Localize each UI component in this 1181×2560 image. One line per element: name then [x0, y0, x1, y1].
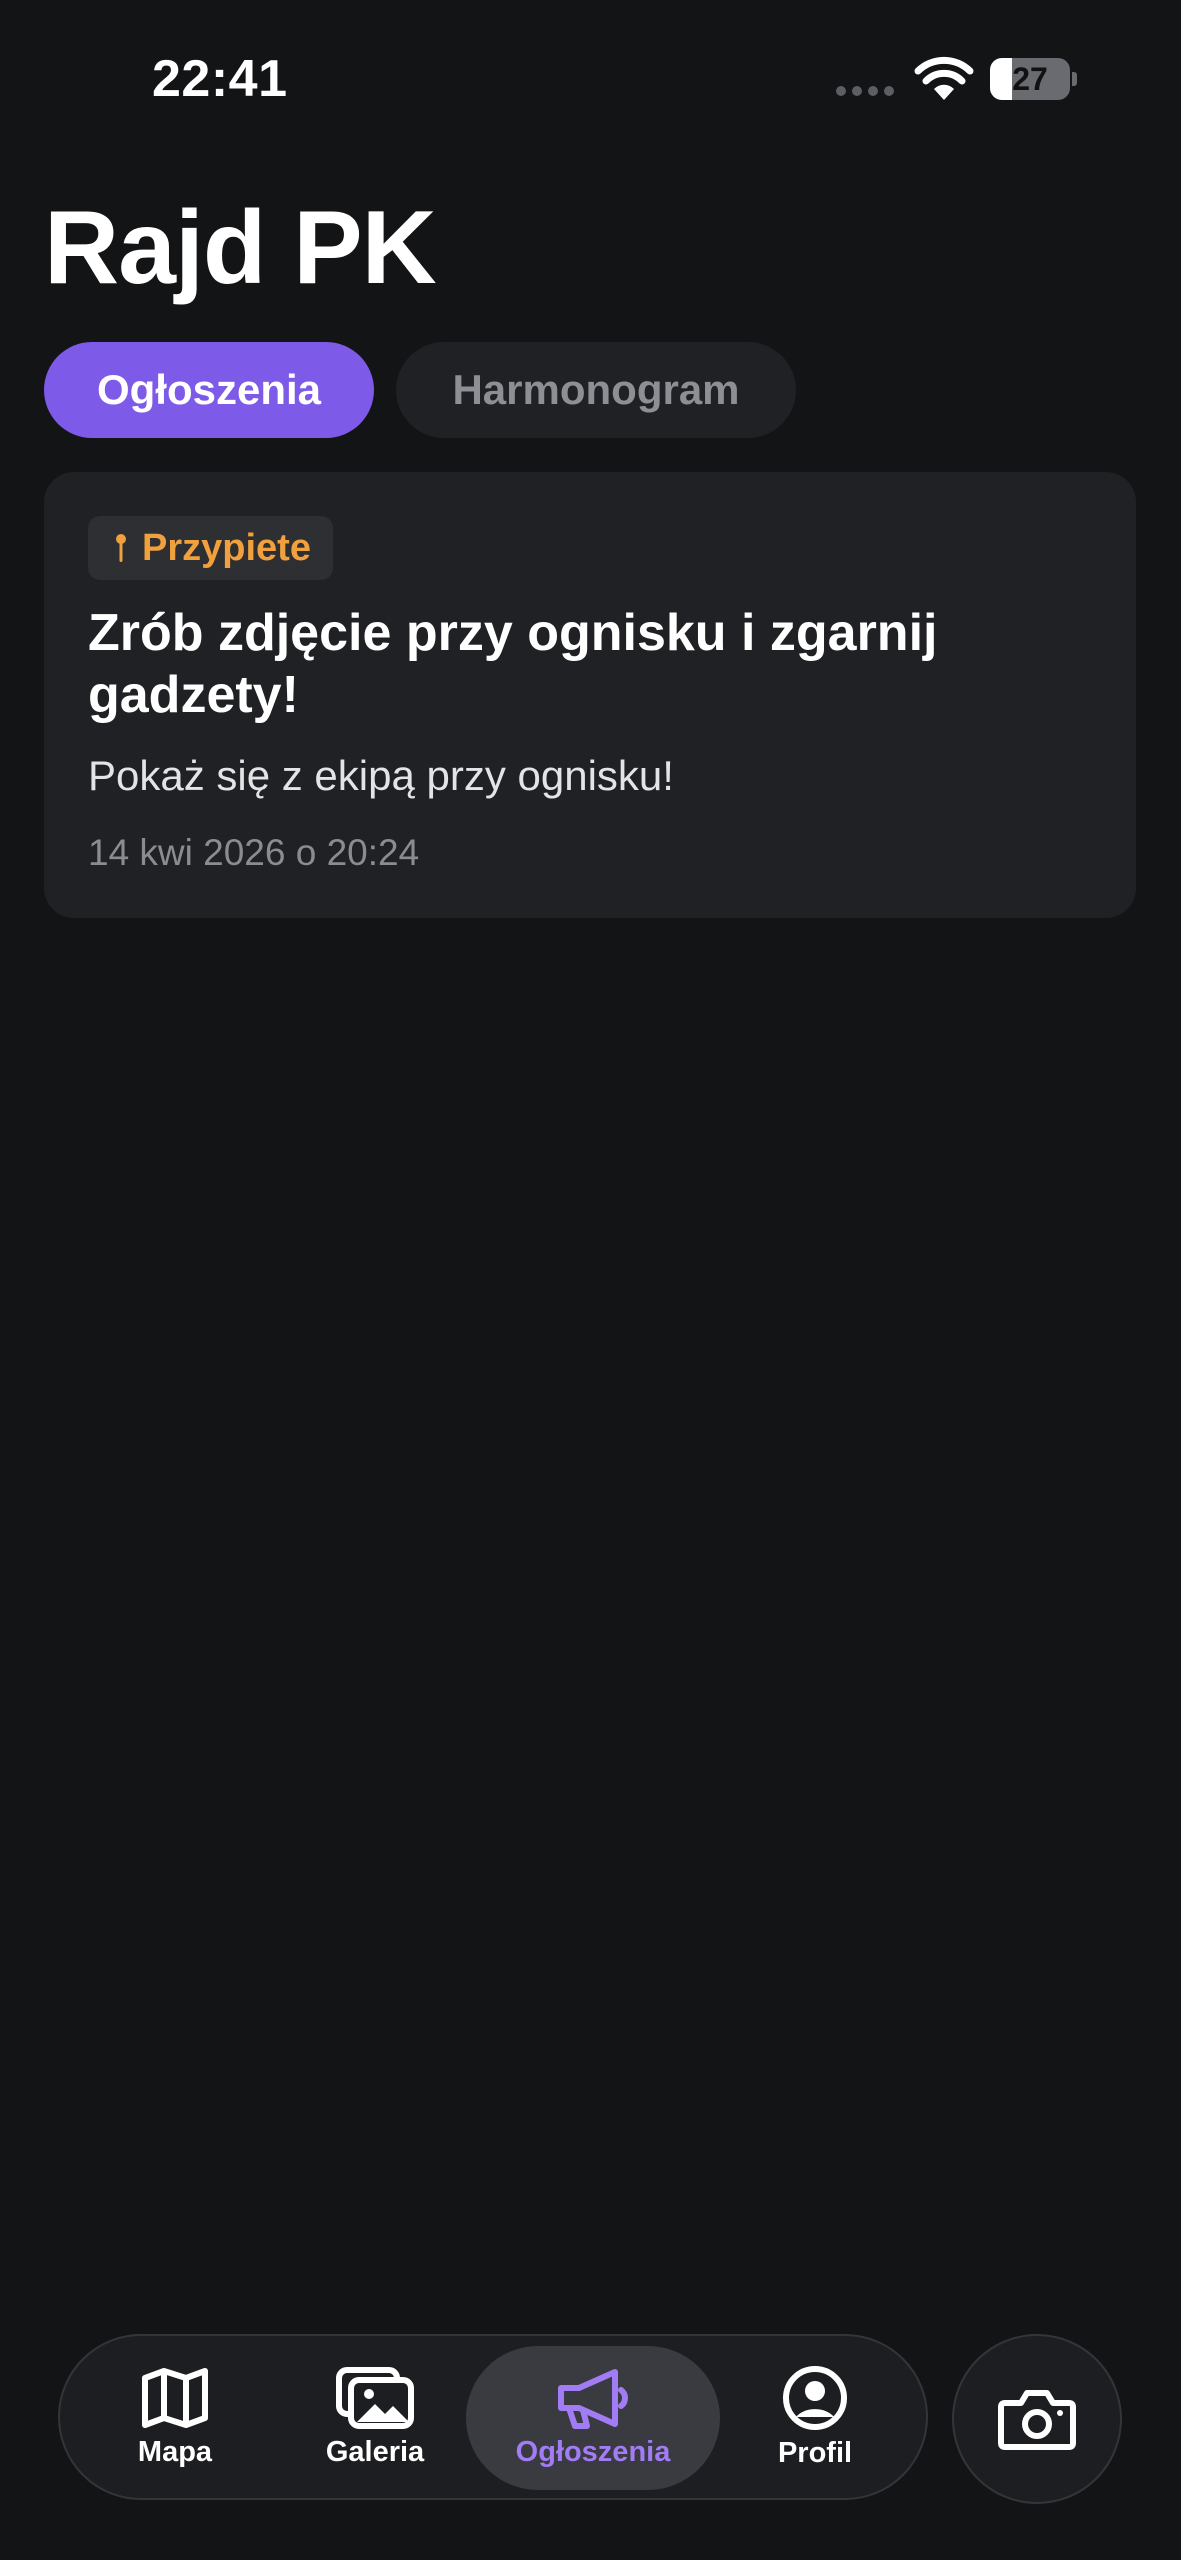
announcement-body: Pokaż się z ekipą przy ognisku!: [88, 752, 674, 799]
announcement-card[interactable]: Przypiete Zrób zdjęcie przy ognisku i zg…: [44, 472, 1136, 918]
segment-tabs: Ogłoszenia Harmonogram: [44, 342, 796, 438]
nav-item-gallery[interactable]: Galeria: [300, 2336, 450, 2498]
battery-indicator: 27: [990, 58, 1077, 100]
nav-item-map[interactable]: Mapa: [110, 2336, 240, 2498]
nav-label-gallery: Galeria: [325, 2435, 425, 2468]
map-icon: [142, 2367, 208, 2428]
pinned-label: Przypiete: [142, 526, 311, 569]
tab-schedule[interactable]: Harmonogram: [396, 342, 796, 438]
battery-level: 27: [1012, 61, 1048, 97]
nav-label-announcements: Ogłoszenia: [515, 2435, 671, 2468]
megaphone-icon: [558, 2368, 628, 2429]
nav-item-announcements[interactable]: Ogłoszenia: [466, 2336, 720, 2498]
announcement-date: 14 kwi 2026 o 20:24: [88, 832, 420, 873]
nav-label-profile: Profil: [777, 2436, 853, 2469]
nav-label-map: Mapa: [137, 2435, 213, 2468]
gallery-icon: [336, 2366, 414, 2429]
profile-icon: [783, 2365, 847, 2430]
nav-item-profile[interactable]: Profil: [750, 2336, 880, 2498]
camera-icon: [998, 2390, 1076, 2450]
wifi-icon: [914, 56, 974, 100]
tab-announcements[interactable]: Ogłoszenia: [44, 342, 374, 438]
announcement-title: Zrób zdjęcie przy ognisku i zgarnij gadz…: [88, 604, 938, 724]
pin-icon: [116, 534, 126, 562]
camera-button[interactable]: [952, 2334, 1122, 2504]
status-time: 22:41: [152, 50, 288, 108]
bottom-nav: Mapa Galeria Ogłoszenia Profil: [58, 2334, 928, 2500]
page-title: Rajd PK: [44, 190, 437, 306]
cellular-signal-icon: [836, 86, 894, 96]
pinned-badge: Przypiete: [88, 516, 333, 580]
